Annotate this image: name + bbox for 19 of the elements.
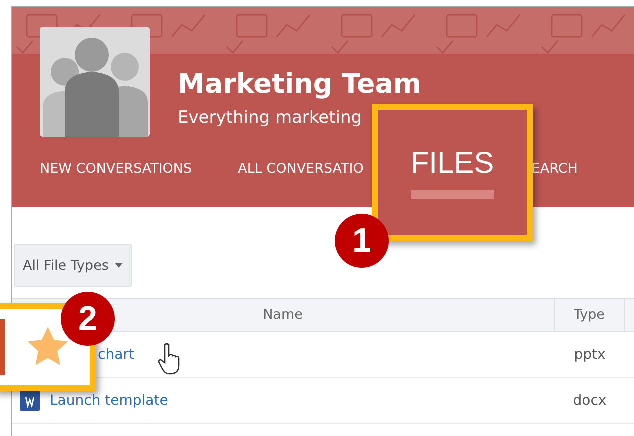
star-icon[interactable] [27, 327, 69, 367]
step-badge: 2 [61, 292, 115, 346]
nav-tab[interactable]: EARCH [532, 161, 578, 186]
caret-icon [114, 263, 123, 268]
hand-cursor-icon [158, 343, 182, 375]
column-header[interactable]: Name [263, 307, 303, 323]
file-icon [0, 319, 5, 375]
table-cell-text: pptx [573, 346, 607, 364]
group-description: Everything marketing [178, 108, 362, 128]
file-link[interactable]: chart [98, 346, 134, 362]
file-type-dropdown[interactable]: All File Types [14, 244, 132, 287]
file-link[interactable]: Launch template [50, 392, 168, 408]
files-tab[interactable]: FILES [410, 146, 494, 199]
nav-tab[interactable]: NEW CONVERSATIONS [40, 161, 192, 186]
column-header[interactable]: Type [574, 307, 605, 323]
table-cell-text: docx [572, 392, 608, 410]
step-badge: 1 [335, 214, 389, 268]
nav-tab[interactable]: ALL CONVERSATIO [238, 161, 364, 186]
group-title: Marketing Team [178, 69, 422, 100]
